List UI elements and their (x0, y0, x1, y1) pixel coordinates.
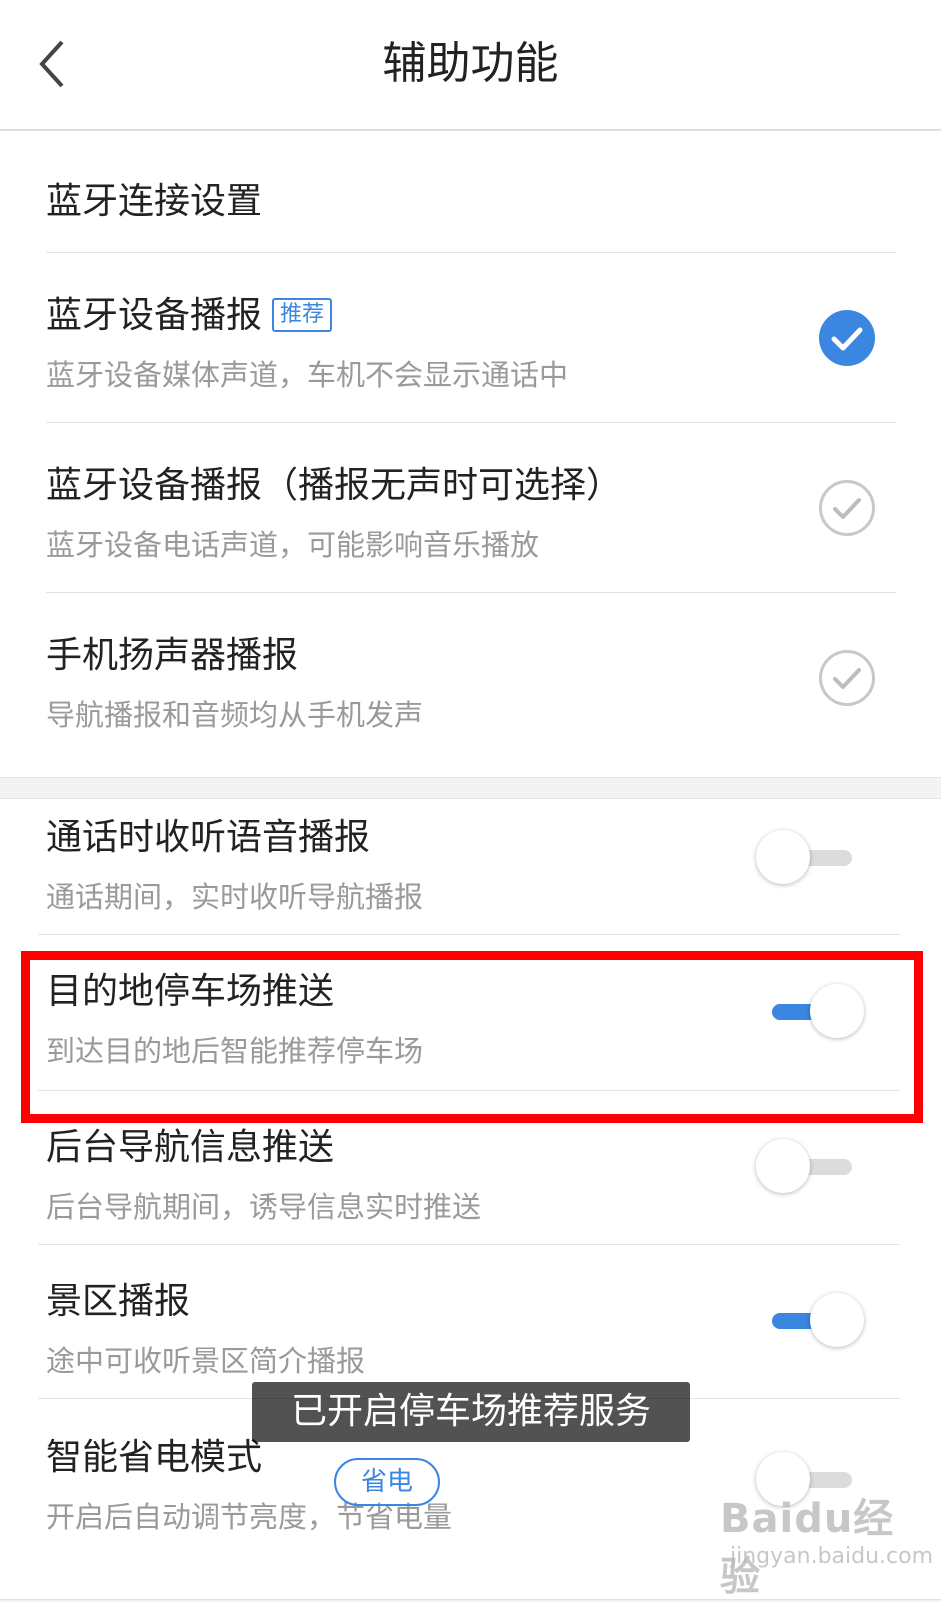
option-phone-speaker[interactable]: 手机扬声器播报 导航播报和音频均从手机发声 (46, 626, 896, 734)
toggle-scenic-broadcast[interactable] (756, 1291, 866, 1351)
option-subtitle: 蓝牙设备媒体声道，车机不会显示通话中 (46, 358, 569, 392)
page-title: 辅助功能 (382, 38, 559, 89)
baidu-jingyan-watermark: Baidu经验 jingyan.baidu.com (720, 1486, 933, 1600)
check-unselected-icon[interactable] (818, 479, 876, 537)
option-subtitle: 导航播报和音频均从手机发声 (46, 698, 424, 732)
highlight-box (21, 951, 923, 1123)
toggle-call-voice[interactable] (756, 828, 866, 888)
option-title: 蓝牙设备播报 (46, 295, 263, 336)
divider (46, 422, 896, 423)
top-bar: 辅助功能 (0, 0, 941, 130)
check-unselected-icon[interactable] (818, 649, 876, 707)
watermark-url: jingyan.baidu.com (730, 1544, 934, 1569)
divider (38, 934, 900, 935)
section-title-bluetooth: 蓝牙连接设置 (46, 181, 263, 222)
toast-message: 已开启停车场推荐服务 (252, 1382, 690, 1442)
toggle-knob (756, 830, 810, 884)
recommended-badge: 推荐 (272, 298, 333, 332)
option-title: 手机扬声器播报 (46, 635, 299, 676)
option-bluetooth-phone[interactable]: 蓝牙设备播报（播报无声时可选择） 蓝牙设备电话声道，可能影响音乐播放 (46, 456, 896, 564)
divider (46, 252, 896, 253)
divider (38, 1244, 900, 1245)
toggle-knob (756, 1139, 810, 1193)
option-subtitle: 蓝牙设备电话声道，可能影响音乐播放 (46, 528, 540, 562)
check-selected-icon[interactable] (818, 309, 876, 367)
divider (46, 592, 896, 593)
toggle-background-push[interactable] (756, 1137, 866, 1197)
toggle-knob (810, 1293, 864, 1347)
power-saving-badge: 省电 (334, 1458, 440, 1506)
option-title: 蓝牙设备播报（播报无声时可选择） (46, 465, 623, 506)
option-bluetooth-media[interactable]: 蓝牙设备播报 推荐 蓝牙设备媒体声道，车机不会显示通话中 (46, 286, 896, 394)
